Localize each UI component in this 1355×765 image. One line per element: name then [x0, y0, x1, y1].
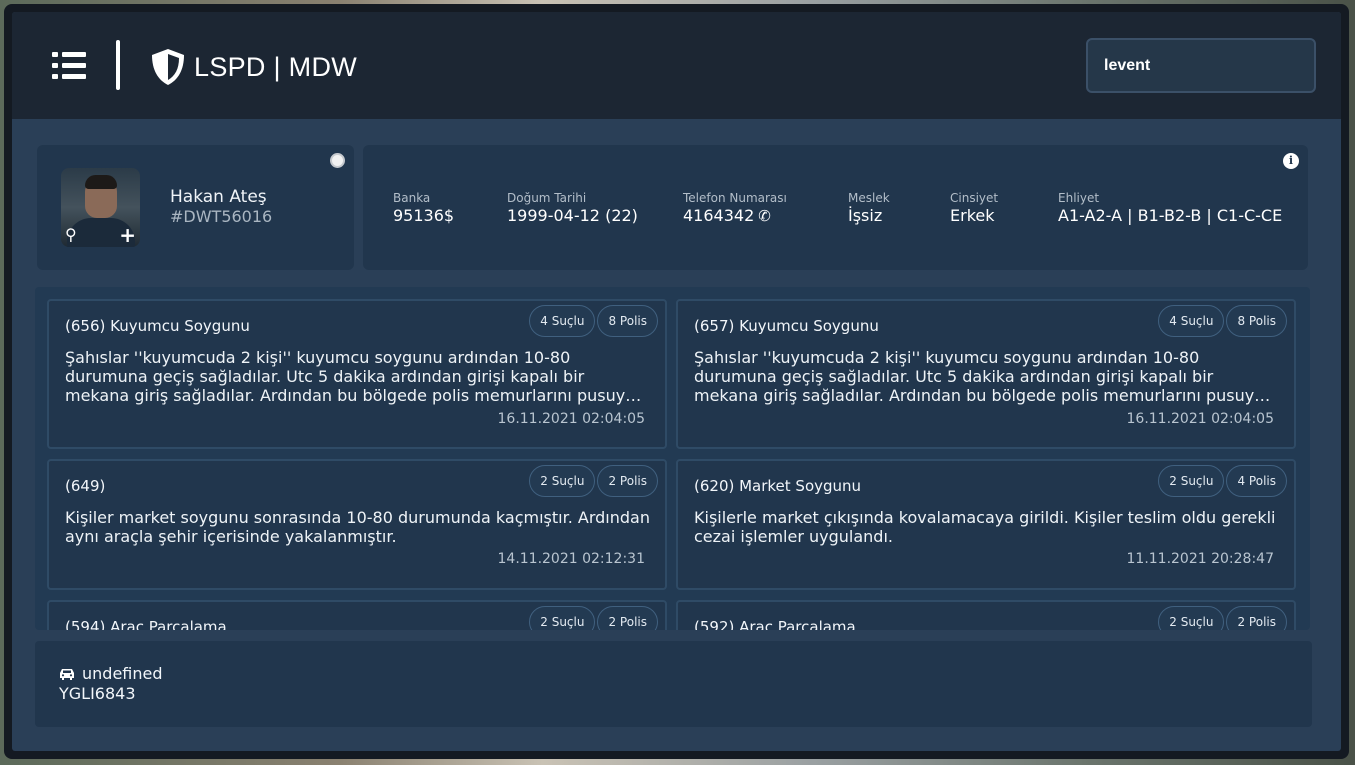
- case-card[interactable]: (594) Araç Parçalama 2 Suçlu 2 Polis: [47, 600, 667, 630]
- brand: LSPD | MDW: [150, 48, 357, 86]
- vehicle-card: undefined YGLI6843: [35, 641, 1312, 727]
- info-job: Meslek İşsiz: [848, 191, 890, 225]
- vehicle-name: undefined: [82, 664, 163, 683]
- case-date: 14.11.2021 02:12:31: [497, 551, 646, 567]
- suspects-badge: 4 Suçlu: [529, 305, 596, 337]
- app-title: LSPD | MDW: [194, 51, 358, 82]
- case-description: Kişiler market soygunu sonrasında 10-80 …: [65, 508, 650, 546]
- suspects-badge: 2 Suçlu: [1158, 606, 1225, 630]
- case-description: Kişilerle market çıkışında kovalamacaya …: [694, 508, 1276, 546]
- info-icon[interactable]: i: [1283, 153, 1299, 169]
- suspects-badge: 4 Suçlu: [1158, 305, 1225, 337]
- info-bank: Banka 95136$: [393, 191, 455, 225]
- police-badge: 8 Polis: [1226, 305, 1287, 337]
- case-date: 16.11.2021 02:04:05: [497, 411, 646, 427]
- suspects-badge: 2 Suçlu: [529, 606, 596, 630]
- info-card: i Banka 95136$ Doğum Tarihi 1999-04-12 (…: [363, 145, 1308, 270]
- status-radio[interactable]: [330, 153, 345, 168]
- mdw-frame: LSPD | MDW ⚲ + Hakan Ateş #DWT56016 i Ba…: [12, 12, 1341, 751]
- police-badge: 2 Polis: [597, 606, 658, 630]
- case-card[interactable]: (592) Araç Parçalama 2 Suçlu 2 Polis: [676, 600, 1296, 630]
- menu-list-icon[interactable]: [52, 52, 86, 80]
- header: LSPD | MDW: [12, 12, 1341, 119]
- avatar: ⚲ +: [61, 168, 140, 247]
- police-badge: 4 Polis: [1226, 465, 1287, 497]
- case-date: 11.11.2021 20:28:47: [1126, 551, 1275, 567]
- case-description: Şahıslar ''kuyumcuda 2 kişi'' kuyumcu so…: [694, 348, 1264, 405]
- case-description: Şahıslar ''kuyumcuda 2 kişi'' kuyumcu so…: [65, 348, 635, 405]
- search-icon[interactable]: ⚲: [65, 225, 77, 244]
- police-badge: 2 Polis: [597, 465, 658, 497]
- case-list[interactable]: (656) Kuyumcu Soygunu 4 Suçlu 8 Polis Şa…: [35, 287, 1310, 630]
- suspects-badge: 2 Suçlu: [1158, 465, 1225, 497]
- shield-icon: [152, 49, 184, 85]
- case-card[interactable]: (620) Market Soygunu 2 Suçlu 4 Polis Kiş…: [676, 459, 1296, 590]
- search-input[interactable]: [1086, 38, 1316, 93]
- mdw-window: LSPD | MDW ⚲ + Hakan Ateş #DWT56016 i Ba…: [4, 4, 1349, 759]
- info-gender: Cinsiyet Erkek: [950, 191, 999, 225]
- suspects-badge: 2 Suçlu: [529, 465, 596, 497]
- profile-card: ⚲ + Hakan Ateş #DWT56016: [37, 145, 354, 270]
- profile-id: #DWT56016: [170, 207, 273, 226]
- vehicle-plate: YGLI6843: [59, 684, 136, 703]
- info-license: Ehliyet A1-A2-A | B1-B2-B | C1-C-CE: [1058, 191, 1283, 225]
- police-badge: 8 Polis: [597, 305, 658, 337]
- police-badge: 2 Polis: [1226, 606, 1287, 630]
- phone-icon[interactable]: ✆: [758, 207, 771, 225]
- info-birthdate: Doğum Tarihi 1999-04-12 (22): [507, 191, 638, 225]
- case-card[interactable]: (657) Kuyumcu Soygunu 4 Suçlu 8 Polis Şa…: [676, 299, 1296, 449]
- case-card[interactable]: (656) Kuyumcu Soygunu 4 Suçlu 8 Polis Şa…: [47, 299, 667, 449]
- case-date: 16.11.2021 02:04:05: [1126, 411, 1275, 427]
- car-icon: [60, 669, 74, 680]
- profile-name: Hakan Ateş: [170, 187, 267, 207]
- plus-icon[interactable]: +: [119, 223, 136, 247]
- case-card[interactable]: (649) 2 Suçlu 2 Polis Kişiler market soy…: [47, 459, 667, 590]
- header-divider: [116, 40, 120, 90]
- info-phone: Telefon Numarası 4164342 ✆: [683, 191, 787, 225]
